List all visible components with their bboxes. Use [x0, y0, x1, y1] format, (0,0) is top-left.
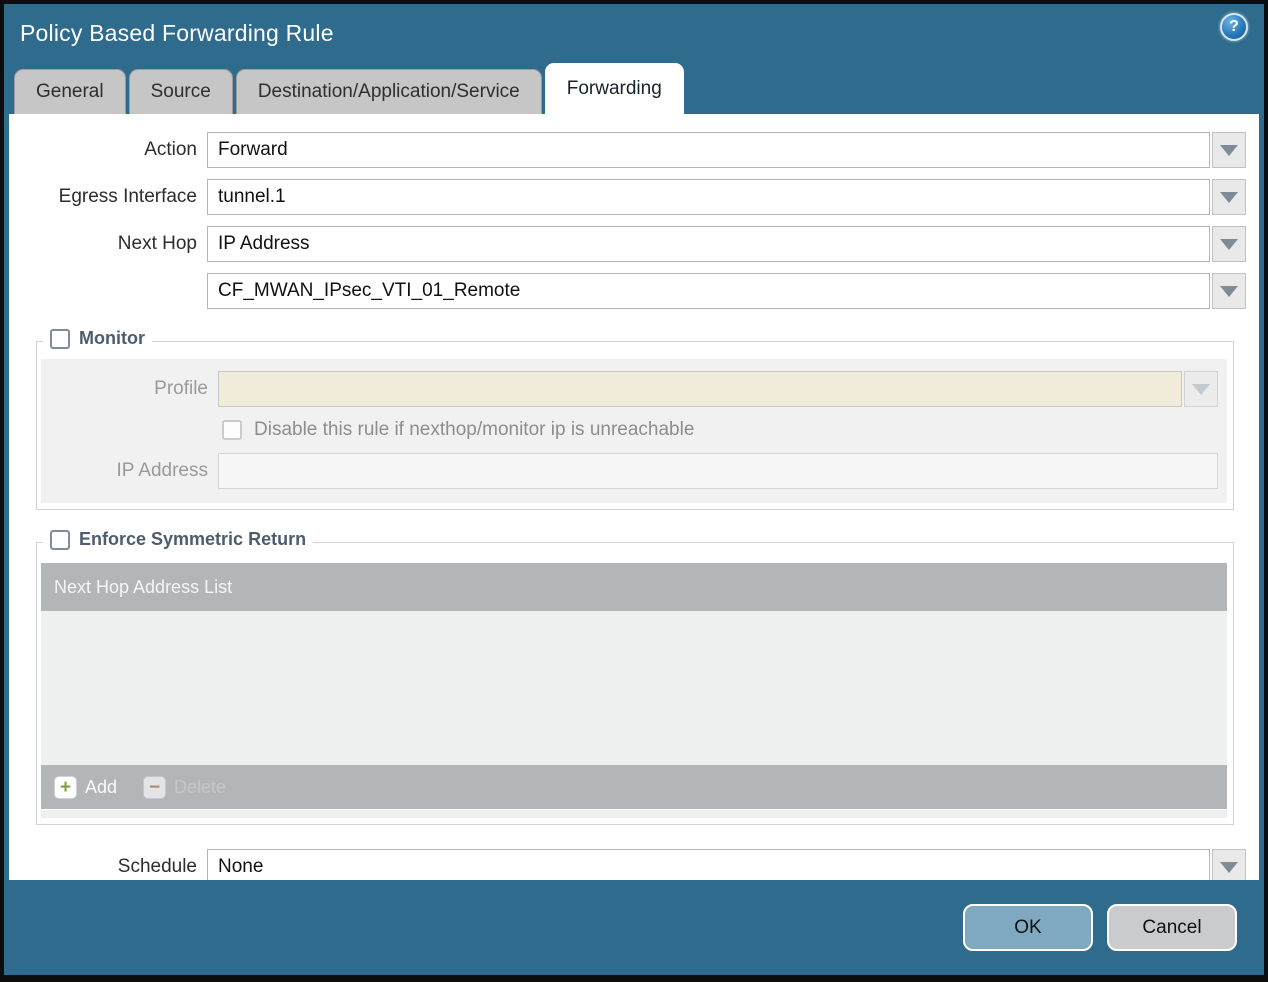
chevron-down-icon — [1220, 144, 1238, 156]
disable-rule-row: Disable this rule if nexthop/monitor ip … — [41, 419, 1218, 441]
next-hop-dropdown-button[interactable] — [1212, 226, 1246, 262]
chevron-down-icon — [1220, 861, 1238, 873]
profile-dropdown-button — [1184, 371, 1218, 407]
dialog-title: Policy Based Forwarding Rule — [20, 19, 334, 46]
monitor-label: Monitor — [79, 328, 145, 348]
help-icon[interactable]: ? — [1220, 13, 1248, 41]
disable-rule-checkbox — [222, 420, 242, 440]
chevron-down-icon — [1220, 191, 1238, 203]
delete-button: − Delete — [143, 775, 227, 799]
dialog-footer: OK Cancel — [4, 880, 1264, 975]
add-button-label: Add — [85, 776, 118, 797]
egress-interface-label: Egress Interface — [58, 186, 197, 207]
monitor-section: Monitor Profile Disable this rule if nex… — [36, 328, 1234, 510]
next-hop-address-select[interactable]: CF_MWAN_IPsec_VTI_01_Remote — [207, 273, 1210, 309]
enforce-symmetric-return-label: Enforce Symmetric Return — [79, 529, 307, 549]
enforce-symmetric-return-legend: Enforce Symmetric Return — [43, 529, 314, 550]
schedule-select[interactable]: None — [207, 849, 1210, 880]
next-hop-address-list-table: Next Hop Address List + Add − Delete — [41, 563, 1227, 818]
action-label: Action — [144, 139, 197, 160]
enforce-symmetric-return-section: Enforce Symmetric Return Next Hop Addres… — [36, 529, 1234, 825]
next-hop-type-select[interactable]: IP Address — [207, 226, 1210, 262]
chevron-down-icon — [1220, 285, 1238, 297]
next-hop-address-combo: CF_MWAN_IPsec_VTI_01_Remote — [207, 273, 1246, 309]
profile-combo — [218, 371, 1218, 407]
dialog-titlebar: Policy Based Forwarding Rule ? — [4, 4, 1264, 62]
monitor-panel: Profile Disable this rule if nexthop/mon… — [41, 359, 1227, 503]
next-hop-combo: IP Address — [207, 226, 1246, 262]
egress-interface-select[interactable]: tunnel.1 — [207, 179, 1210, 215]
cancel-button[interactable]: Cancel — [1107, 904, 1237, 951]
tab-source[interactable]: Source — [128, 69, 233, 114]
next-hop-address-list-toolbar: + Add − Delete — [41, 765, 1227, 809]
action-combo: Forward — [207, 132, 1246, 168]
profile-label: Profile — [154, 378, 208, 399]
chevron-down-icon — [1220, 238, 1238, 250]
profile-row: Profile — [41, 371, 1218, 407]
enforce-symmetric-return-checkbox[interactable] — [50, 529, 70, 550]
next-hop-address-dropdown-button[interactable] — [1212, 273, 1246, 309]
schedule-row: Schedule None — [9, 849, 1246, 880]
monitor-legend: Monitor — [43, 328, 152, 349]
next-hop-label: Next Hop — [117, 233, 197, 254]
next-hop-row: Next Hop IP Address — [9, 226, 1246, 262]
disable-rule-label: Disable this rule if nexthop/monitor ip … — [254, 419, 695, 440]
chevron-down-icon — [1192, 383, 1210, 395]
action-select[interactable]: Forward — [207, 132, 1210, 168]
action-row: Action Forward — [9, 132, 1246, 168]
pbf-rule-dialog: Policy Based Forwarding Rule ? General S… — [0, 0, 1268, 982]
delete-button-label: Delete — [174, 776, 227, 797]
egress-interface-row: Egress Interface tunnel.1 — [9, 179, 1246, 215]
monitor-checkbox[interactable] — [50, 328, 70, 349]
schedule-combo: None — [207, 849, 1246, 880]
tab-forwarding[interactable]: Forwarding — [544, 63, 684, 114]
table-scrollbar-track[interactable] — [41, 810, 1227, 818]
schedule-label: Schedule — [117, 856, 197, 877]
add-button[interactable]: + Add — [54, 775, 118, 799]
ok-button[interactable]: OK — [963, 904, 1093, 951]
next-hop-address-list-header: Next Hop Address List — [41, 563, 1227, 611]
forwarding-tab-panel: Action Forward Egress Interface tunnel.1… — [9, 114, 1259, 880]
egress-interface-dropdown-button[interactable] — [1212, 179, 1246, 215]
add-icon: + — [54, 775, 77, 799]
tab-general[interactable]: General — [14, 69, 126, 114]
egress-interface-combo: tunnel.1 — [207, 179, 1246, 215]
next-hop-address-list-body[interactable] — [41, 611, 1227, 765]
monitor-ip-address-input — [218, 453, 1218, 489]
action-dropdown-button[interactable] — [1212, 132, 1246, 168]
next-hop-address-row: CF_MWAN_IPsec_VTI_01_Remote — [9, 273, 1246, 309]
delete-icon: − — [143, 775, 167, 799]
tab-destination-application-service[interactable]: Destination/Application/Service — [235, 69, 542, 114]
schedule-dropdown-button[interactable] — [1212, 849, 1246, 880]
tab-bar: General Source Destination/Application/S… — [4, 62, 1264, 114]
profile-select — [218, 371, 1182, 407]
monitor-ip-address-label: IP Address — [116, 460, 208, 481]
monitor-ip-address-row: IP Address — [41, 453, 1218, 489]
